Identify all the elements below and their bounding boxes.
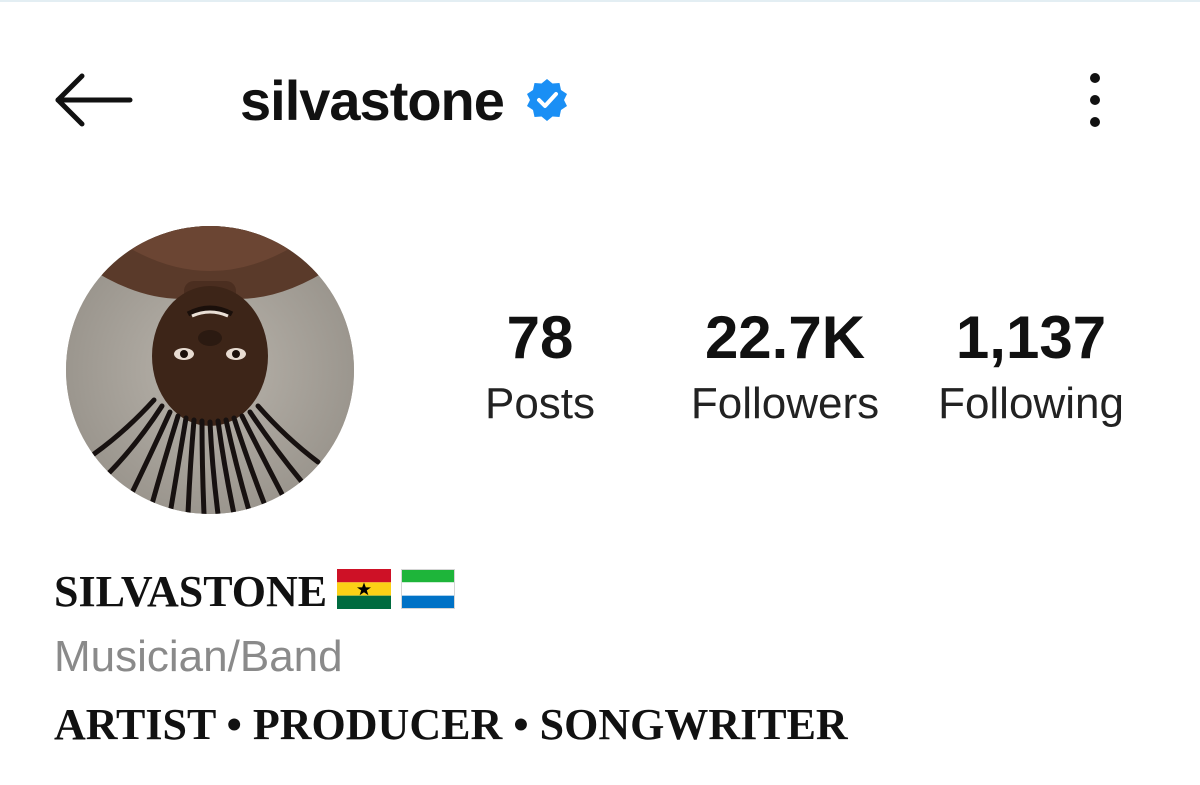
profile-category: Musician/Band (54, 632, 343, 681)
back-button[interactable] (50, 70, 134, 130)
avatar[interactable] (66, 226, 354, 514)
posts-stat[interactable]: 78 Posts (460, 300, 620, 432)
ghana-flag-icon (337, 568, 392, 614)
profile-stats: 78 Posts 22.7K Followers 1,137 Following (440, 300, 1160, 460)
posts-label: Posts (484, 379, 596, 428)
profile-photo (66, 226, 354, 514)
top-divider (0, 0, 1200, 2)
following-stat[interactable]: 1,137 Following (916, 300, 1146, 432)
profile-bio: SILVASTONE Musician/Band ARTIST • PRODUC… (54, 560, 1154, 758)
username: silvastone (240, 68, 505, 132)
display-name: SILVASTONE (54, 566, 328, 616)
username-row: silvastone (240, 60, 570, 140)
verified-badge-icon (524, 77, 570, 123)
bio-tagline: ARTIST • PRODUCER • SONGWRITER (54, 700, 848, 749)
followers-stat[interactable]: 22.7K Followers (670, 300, 900, 432)
display-name-row: SILVASTONE (54, 560, 1154, 622)
following-label: Following (938, 379, 1124, 428)
followers-label: Followers (690, 379, 880, 428)
sierra-leone-flag-icon (401, 568, 456, 614)
posts-count: 78 (506, 304, 574, 371)
following-count: 1,137 (955, 304, 1107, 371)
arrow-left-icon (55, 73, 133, 127)
more-vertical-icon (1090, 73, 1100, 127)
more-options-button[interactable] (1070, 66, 1120, 134)
followers-count: 22.7K (704, 304, 866, 371)
profile-header: silvastone (0, 48, 1200, 148)
